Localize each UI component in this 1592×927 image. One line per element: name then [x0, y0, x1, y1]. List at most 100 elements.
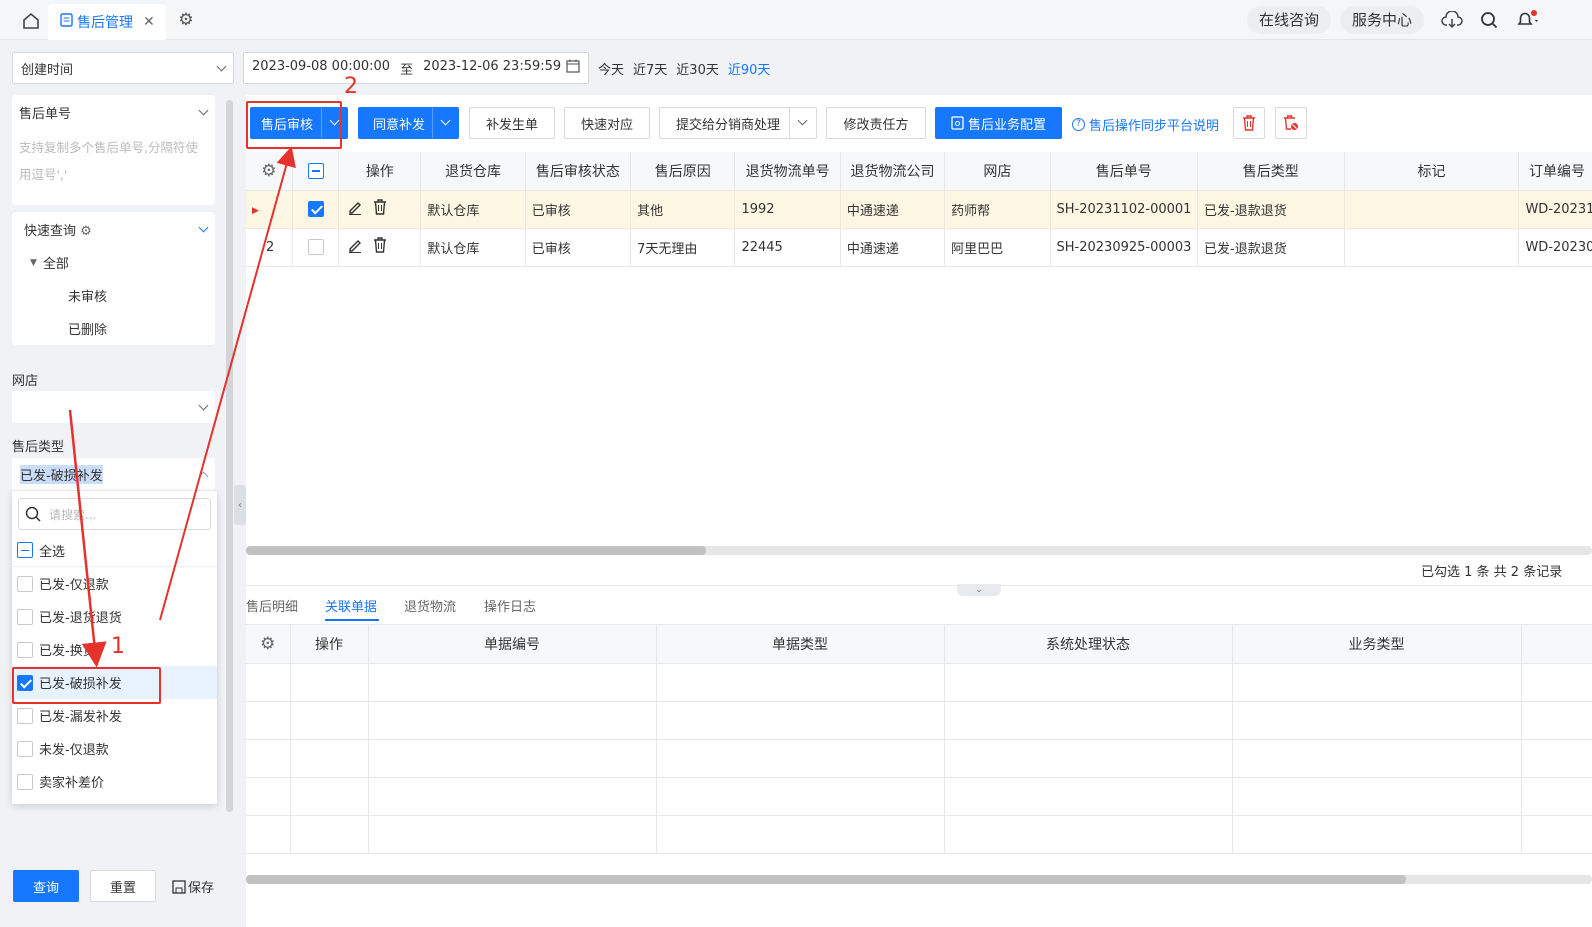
left-scrollbar[interactable] — [226, 100, 233, 812]
time-field-select[interactable]: 创建时间 — [12, 52, 234, 84]
tree-item-unaudited[interactable]: 未审核 — [12, 272, 215, 305]
option-checkbox[interactable] — [17, 773, 33, 790]
table-row[interactable]: 2 默认仓库 已审核 7天无理由 22445 中通速递 阿里巴巴 SH-2023… — [246, 228, 1592, 267]
aftersale-type-select[interactable]: 已发-破损补发 — [12, 458, 215, 490]
row-checkbox[interactable] — [307, 239, 324, 255]
cell-status: 已审核 — [525, 228, 632, 267]
chevron-down-icon[interactable] — [198, 222, 209, 233]
table-row[interactable]: ▶ 默认仓库 已审核 其他 1992 中通速递 药师帮 SH-20231102-… — [246, 190, 1592, 229]
quick-7days-link[interactable]: 近7天 — [633, 59, 667, 78]
cloud-download-icon[interactable] — [1440, 9, 1464, 31]
save-button[interactable]: 保存 — [172, 877, 214, 896]
table-row — [246, 701, 1592, 740]
option-checkbox[interactable] — [17, 575, 33, 592]
aftersale-config-button[interactable]: 售后业务配置 — [935, 107, 1062, 139]
scrollbar-thumb[interactable] — [246, 875, 1406, 884]
quick-30days-link[interactable]: 近30天 — [676, 59, 719, 78]
column-header[interactable]: 退货物流公司 — [840, 152, 946, 191]
column-header[interactable]: 网店 — [944, 152, 1051, 191]
column-header[interactable]: 系统处理状态 — [944, 625, 1233, 664]
cell-order-no: WD-20230925-00 — [1518, 228, 1592, 267]
table-horizontal-scrollbar[interactable] — [246, 546, 1592, 555]
search-icon[interactable] — [1478, 9, 1500, 31]
dropdown-search-input[interactable]: 请搜索... — [18, 498, 211, 530]
trash-icon[interactable] — [373, 199, 387, 219]
home-icon[interactable] — [18, 8, 44, 34]
column-header[interactable]: 售后单号 — [1050, 152, 1199, 191]
column-settings-icon[interactable]: ⚙ — [246, 152, 293, 191]
table-header: ⚙ 操作 单据编号 单据类型 系统处理状态 业务类型 — [246, 625, 1592, 664]
subtab-operation-log[interactable]: 操作日志 — [484, 596, 536, 615]
sync-help-link[interactable]: ? 售后操作同步平台说明 — [1072, 115, 1219, 134]
related-documents-table: ⚙ 操作 单据编号 单据类型 系统处理状态 业务类型 — [246, 624, 1592, 856]
subtab-related[interactable]: 关联单据 — [325, 596, 377, 615]
subtable-horizontal-scrollbar[interactable] — [246, 875, 1592, 884]
query-button[interactable]: 查询 — [13, 870, 79, 902]
option-checkbox[interactable] — [17, 641, 33, 658]
column-header[interactable]: 退货仓库 — [420, 152, 526, 191]
delete-button[interactable] — [1233, 107, 1265, 139]
aftersale-type-value: 已发-破损补发 — [20, 464, 103, 484]
order-number-input[interactable]: 支持复制多个售后单号,分隔符使用逗号',' — [12, 122, 215, 188]
help-icon: ? — [1072, 118, 1085, 131]
chevron-down-icon[interactable] — [198, 105, 209, 116]
delete-permanent-button[interactable] — [1275, 107, 1307, 139]
service-center-button[interactable]: 服务中心 — [1340, 6, 1425, 34]
collapse-left-handle[interactable]: ‹ — [234, 485, 246, 525]
gear-icon[interactable]: ⚙ — [175, 9, 197, 31]
column-header[interactable]: 售后审核状态 — [525, 152, 632, 191]
collapse-detail-handle[interactable]: ⌄ — [957, 584, 1001, 596]
subtab-detail[interactable]: 售后明细 — [246, 596, 298, 615]
select-all-checkbox[interactable] — [17, 542, 33, 558]
reissue-order-button[interactable]: 补发生单 — [469, 107, 555, 139]
chevron-down-icon[interactable] — [440, 115, 451, 126]
column-settings-icon[interactable]: ⚙ — [246, 625, 291, 664]
column-header[interactable]: 单据类型 — [656, 625, 945, 664]
subtab-return-logistics[interactable]: 退货物流 — [404, 596, 456, 615]
column-header[interactable]: 业务类型 — [1232, 625, 1522, 664]
row-number: ▶ — [246, 190, 293, 229]
option-item[interactable]: 已发-退货退货 — [12, 600, 217, 633]
column-header[interactable]: 售后类型 — [1197, 152, 1345, 191]
quick-90days-link[interactable]: 近90天 — [728, 59, 771, 78]
date-range-picker[interactable]: 2023-09-08 00:00:00 至 2023-12-06 23:59:5… — [243, 52, 589, 84]
chevron-down-icon[interactable] — [797, 115, 808, 126]
gear-icon[interactable]: ⚙ — [80, 224, 92, 239]
trash-icon[interactable] — [373, 237, 387, 257]
row-checkbox[interactable] — [307, 201, 324, 217]
option-label: 已发-仅退款 — [39, 578, 109, 593]
bell-icon[interactable] — [1514, 8, 1540, 32]
quick-match-button[interactable]: 快速对应 — [564, 107, 650, 139]
online-consult-button[interactable]: 在线咨询 — [1247, 6, 1332, 34]
agree-reissue-button[interactable]: 同意补发 — [358, 107, 459, 139]
select-all-option[interactable]: 全选 — [12, 534, 217, 567]
column-header[interactable]: 标记 — [1344, 152, 1520, 191]
submit-distributor-button[interactable]: 提交给分销商处理 — [659, 107, 817, 139]
shop-select[interactable] — [12, 391, 215, 423]
option-label: 卖家补差价 — [39, 776, 105, 791]
option-checkbox[interactable] — [17, 608, 33, 625]
reset-button[interactable]: 重置 — [90, 870, 156, 902]
column-header[interactable]: 售后原因 — [630, 152, 736, 191]
column-header[interactable]: 单据编号 — [368, 625, 657, 664]
cell-reason: 其他 — [630, 190, 736, 229]
tree-root[interactable]: ▼ 全部 — [12, 239, 215, 272]
column-header[interactable]: 订单编号 — [1518, 152, 1592, 191]
shop-label: 网店 — [12, 374, 39, 389]
header-checkbox[interactable] — [307, 162, 324, 179]
header-select-all[interactable] — [292, 152, 340, 191]
close-icon[interactable]: ✕ — [143, 14, 155, 30]
tab-aftersale[interactable]: 售后管理 ✕ — [48, 4, 166, 40]
option-checkbox[interactable] — [17, 740, 33, 757]
scrollbar-thumb[interactable] — [246, 546, 706, 555]
quick-today-link[interactable]: 今天 — [598, 59, 624, 78]
option-checkbox[interactable] — [17, 707, 33, 724]
option-item[interactable]: 未发-仅退款 — [12, 732, 217, 765]
option-item[interactable]: 已发-仅退款 — [12, 567, 217, 600]
option-item[interactable]: 卖家补差价 — [12, 765, 217, 798]
tree-item-deleted[interactable]: 已删除 — [12, 305, 215, 338]
edit-icon[interactable] — [347, 240, 363, 257]
edit-icon[interactable] — [347, 202, 363, 219]
column-header[interactable]: 退货物流单号 — [734, 152, 841, 191]
modify-responsible-button[interactable]: 修改责任方 — [826, 107, 926, 139]
